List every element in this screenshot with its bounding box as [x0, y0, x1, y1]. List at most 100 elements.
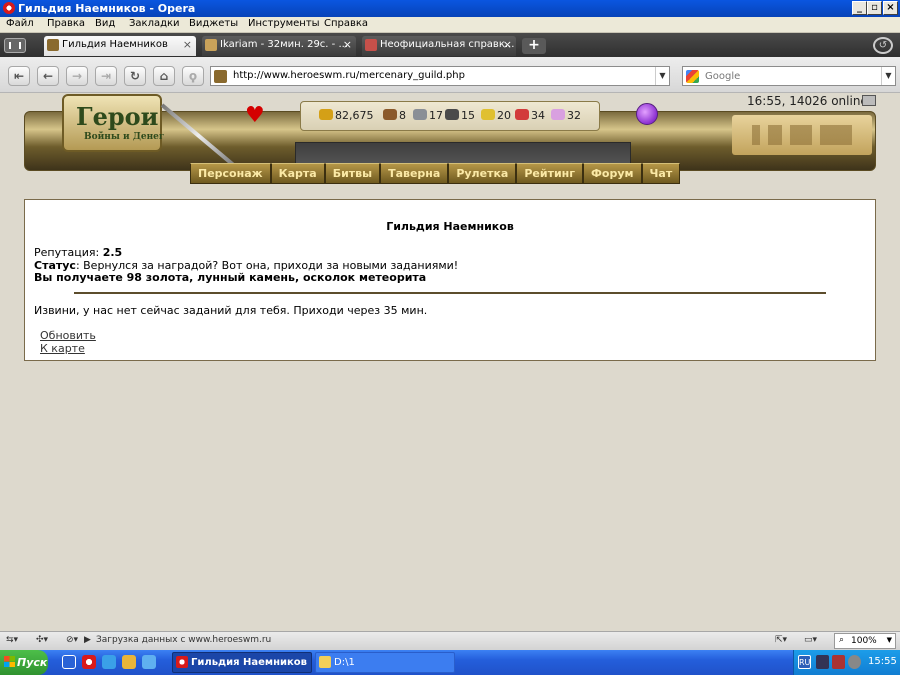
- page-title: Гильдия Наемников: [386, 220, 514, 233]
- tray-app-icon[interactable]: [816, 655, 829, 669]
- tab-close-icon[interactable]: ×: [343, 36, 352, 54]
- tray-app-icon[interactable]: [848, 655, 861, 669]
- tab-ikariam[interactable]: Ikariam - 32мин. 29с. - ... ×: [202, 36, 356, 56]
- address-dropdown-icon[interactable]: ▼: [655, 67, 669, 85]
- gems-icon: [551, 109, 565, 120]
- turbo-icon[interactable]: ⊘▾: [66, 635, 78, 645]
- search-field[interactable]: Google ▼: [682, 66, 896, 86]
- tab-label: Гильдия Наемников: [62, 39, 168, 50]
- mail-icon[interactable]: [862, 95, 876, 106]
- closed-tabs-trash-icon[interactable]: ↺: [873, 37, 893, 54]
- loading-arrow-icon: ▶: [84, 635, 91, 645]
- address-bar[interactable]: http://www.heroeswm.ru/mercenary_guild.p…: [210, 66, 670, 86]
- menu-tools[interactable]: Инструменты: [248, 18, 320, 29]
- site-favicon-icon: [214, 70, 227, 83]
- gold-icon: [319, 109, 333, 120]
- nav-rating[interactable]: Рейтинг: [516, 163, 584, 184]
- tab-close-icon[interactable]: ×: [503, 36, 512, 54]
- wand-button[interactable]: ϙ: [182, 66, 204, 86]
- window-title-bar: Гильдия Наемников - Opera _ ▫ ×: [0, 0, 900, 17]
- ie-quicklaunch-icon[interactable]: [102, 655, 116, 669]
- nav-roulette[interactable]: Рулетка: [448, 163, 517, 184]
- refresh-link[interactable]: Обновить: [40, 329, 96, 342]
- guild-content-box: Гильдия Наемников Репутация: 2.5 Статус:…: [24, 199, 876, 361]
- back-button[interactable]: ←: [37, 66, 59, 86]
- game-navigation: Персонаж Карта Битвы Таверна Рулетка Рей…: [190, 163, 681, 185]
- address-url[interactable]: http://www.heroeswm.ru/mercenary_guild.p…: [233, 70, 465, 81]
- language-indicator[interactable]: RU: [798, 655, 811, 669]
- mana-potion-icon: [636, 103, 658, 125]
- menu-bookmarks[interactable]: Закладки: [129, 18, 180, 29]
- zoom-dropdown-icon[interactable]: ▼: [887, 636, 892, 644]
- tab-mercenary-guild[interactable]: Гильдия Наемников ×: [44, 36, 196, 56]
- minimize-button[interactable]: _: [852, 1, 867, 15]
- taskbar-opera-window[interactable]: Гильдия Наемников -...: [172, 652, 312, 673]
- window-title: Гильдия Наемников - Opera: [18, 2, 196, 15]
- taskbar-folder-window[interactable]: D:\1: [315, 652, 455, 673]
- zoom-control[interactable]: ⌕ 100% ▼: [834, 633, 896, 649]
- sulfur-icon: [481, 109, 495, 120]
- heroes-favicon-icon: [47, 39, 59, 51]
- maximize-button[interactable]: ▫: [867, 1, 882, 15]
- menu-view[interactable]: Вид: [95, 18, 115, 29]
- game-header: Герои Войны и Денег ♥ 82,675 8 17 15 20 …: [24, 93, 876, 187]
- panel-toggle-button[interactable]: [4, 38, 26, 53]
- menu-bar: Файл Правка Вид Закладки Виджеты Инструм…: [0, 17, 900, 33]
- cursor-icon[interactable]: ⇱▾: [775, 635, 787, 645]
- google-icon: [686, 70, 699, 83]
- rewind-button[interactable]: ⇤: [8, 66, 30, 86]
- taskbar: Пуск Гильдия Наемников -... D:\1 RU 15:5…: [0, 650, 900, 675]
- nav-map[interactable]: Карта: [270, 163, 325, 184]
- fast-forward-button[interactable]: ⇥: [95, 66, 117, 86]
- status-bar: ⇆▾ ✣▾ ⊘▾ ▶ Загрузка данных с www.heroesw…: [0, 631, 900, 650]
- crystals-icon: [515, 109, 529, 120]
- game-logo[interactable]: Герои Войны и Денег: [62, 94, 164, 152]
- ore-icon: [413, 109, 427, 120]
- reload-button[interactable]: ↻: [124, 66, 146, 86]
- resource-crystals: 34: [515, 109, 545, 122]
- menu-widgets[interactable]: Виджеты: [189, 18, 238, 29]
- tab-unofficial-reference[interactable]: Неофициальная справк... ×: [362, 36, 516, 56]
- nav-battles[interactable]: Битвы: [324, 163, 381, 184]
- loading-status-text: Загрузка данных с www.heroeswm.ru: [96, 635, 272, 645]
- resources-panel: 82,675 8 17 15 20 34 32: [300, 101, 600, 131]
- opera-logo-icon: [3, 2, 15, 14]
- navigation-bar: ⇤ ← → ⇥ ↻ ⌂ ϙ http://www.heroeswm.ru/mer…: [0, 57, 900, 93]
- menu-file[interactable]: Файл: [6, 18, 34, 29]
- nav-character[interactable]: Персонаж: [190, 163, 271, 184]
- wood-icon: [383, 109, 397, 120]
- menu-help[interactable]: Справка: [324, 18, 368, 29]
- sync-icon[interactable]: ⇆▾: [6, 635, 18, 645]
- divider: [74, 292, 826, 294]
- app-quicklaunch-icon[interactable]: [142, 655, 156, 669]
- ikariam-favicon-icon: [205, 39, 217, 51]
- show-desktop-icon[interactable]: [62, 655, 76, 669]
- home-button[interactable]: ⌂: [153, 66, 175, 86]
- health-heart-icon: ♥: [245, 103, 265, 128]
- nav-tavern[interactable]: Таверна: [380, 163, 449, 184]
- nav-forum[interactable]: Форум: [583, 163, 642, 184]
- search-engine-dropdown-icon[interactable]: ▼: [881, 67, 895, 85]
- reward-text: Вы получаете 98 золота, лунный камень, о…: [34, 271, 427, 284]
- start-button[interactable]: Пуск: [0, 650, 48, 675]
- menu-edit[interactable]: Правка: [47, 18, 85, 29]
- media-player-icon[interactable]: [122, 655, 136, 669]
- close-window-button[interactable]: ×: [883, 1, 898, 15]
- new-tab-button[interactable]: +: [522, 38, 546, 54]
- page-viewport: Герои Войны и Денег ♥ 82,675 8 17 15 20 …: [0, 93, 900, 631]
- reputation-label: Репутация:: [34, 246, 103, 259]
- map-link[interactable]: К карте: [40, 342, 85, 355]
- resource-gems: 32: [551, 109, 581, 122]
- opera-quicklaunch-icon[interactable]: [82, 655, 96, 669]
- no-tasks-message: Извини, у нас нет сейчас заданий для теб…: [34, 304, 428, 317]
- zoom-icon: ⌕: [839, 635, 845, 645]
- zoom-level: 100%: [851, 636, 877, 646]
- view-icon[interactable]: ▭▾: [804, 635, 817, 645]
- forward-button[interactable]: →: [66, 66, 88, 86]
- tab-close-icon[interactable]: ×: [183, 36, 192, 54]
- resource-sulfur: 20: [481, 109, 511, 122]
- castle-image: [732, 115, 872, 155]
- nav-chat[interactable]: Чат: [641, 163, 681, 184]
- tray-app-icon[interactable]: [832, 655, 845, 669]
- unite-icon[interactable]: ✣▾: [36, 635, 48, 645]
